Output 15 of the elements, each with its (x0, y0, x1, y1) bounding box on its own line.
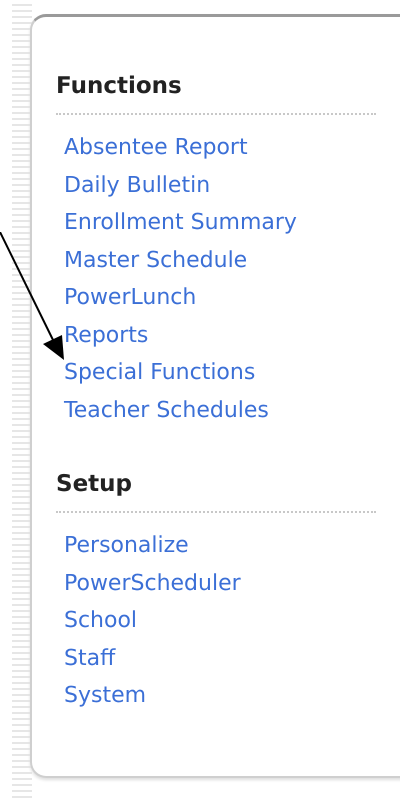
menu-link[interactable]: School (64, 602, 138, 640)
menu-link[interactable]: Master Schedule (64, 242, 248, 279)
menu-link[interactable]: Special Functions (64, 354, 256, 392)
menu-link[interactable]: Staff (64, 640, 116, 677)
menu-link[interactable]: System (64, 677, 146, 714)
menu-link[interactable]: PowerLunch (64, 279, 196, 316)
section-heading: Functions (56, 72, 183, 101)
menu-link[interactable]: Teacher Schedules (64, 392, 269, 429)
menu-link[interactable]: Daily Bulletin (64, 166, 210, 204)
menu-link[interactable]: PowerScheduler (64, 564, 241, 602)
section-heading: Setup (56, 470, 133, 499)
menu-link[interactable]: Reports (64, 316, 148, 354)
menu-link[interactable]: Enrollment Summary (64, 204, 297, 242)
menu-link[interactable]: Personalize (64, 527, 189, 564)
menu-link[interactable]: Absentee Report (64, 129, 248, 166)
